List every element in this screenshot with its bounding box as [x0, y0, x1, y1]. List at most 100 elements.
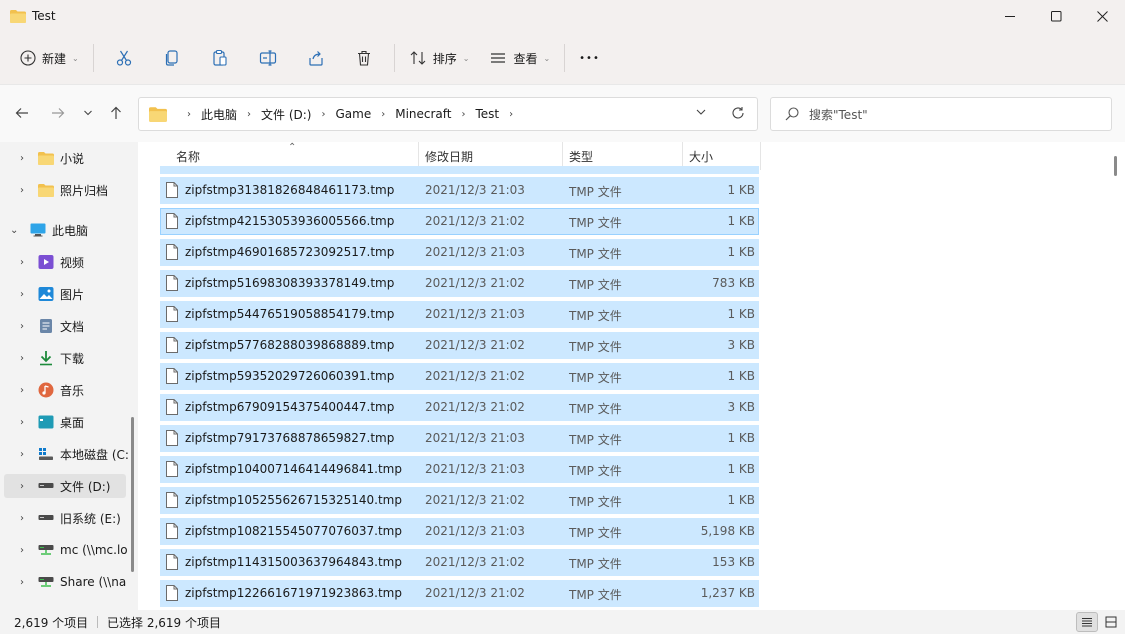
file-name: zipfstmp31381826848461173.tmp	[185, 183, 395, 197]
rename-button[interactable]	[244, 41, 292, 75]
view-button[interactable]: 查看 ⌄	[481, 41, 558, 75]
file-list: ⌃ 名称 修改日期 类型 大小 zipfstmp3138182684846117…	[138, 142, 1125, 610]
chevron-right-icon[interactable]: ›	[20, 353, 24, 364]
chevron-right-icon[interactable]: ›	[20, 577, 24, 588]
breadcrumb-item[interactable]: Minecraft	[395, 107, 451, 121]
table-row[interactable]: zipfstmp104007146414496841.tmp 2021/12/3…	[160, 456, 759, 483]
table-row[interactable]: zipfstmp51698308393378149.tmp 2021/12/3 …	[160, 270, 759, 297]
sidebar-item-music[interactable]: › 音乐	[0, 378, 128, 402]
desktop-icon	[38, 414, 54, 430]
breadcrumb-separator-icon[interactable]: ›	[462, 109, 466, 120]
table-row-partial[interactable]	[160, 166, 759, 174]
chevron-right-icon[interactable]: ›	[20, 449, 24, 460]
table-row[interactable]: zipfstmp105255626715325140.tmp 2021/12/3…	[160, 487, 759, 514]
sidebar-item-documents[interactable]: › 文档	[0, 314, 128, 338]
address-history-button[interactable]	[695, 106, 707, 121]
refresh-button[interactable]	[731, 106, 745, 123]
file-name: zipfstmp59352029726060391.tmp	[185, 369, 395, 383]
file-icon	[166, 275, 178, 291]
table-row[interactable]: zipfstmp57768288039868889.tmp 2021/12/3 …	[160, 332, 759, 359]
file-date: 2021/12/3 21:02	[425, 369, 525, 383]
chevron-right-icon[interactable]: ›	[20, 153, 24, 164]
windows-drive-icon	[38, 446, 54, 462]
file-list-scrollbar[interactable]	[1108, 142, 1125, 610]
view-label: 查看	[513, 51, 538, 66]
sidebar-item-photo-archive[interactable]: › 照片归档	[0, 178, 128, 202]
file-size: 783 KB	[712, 276, 755, 290]
breadcrumb-separator-icon[interactable]: ›	[509, 109, 513, 120]
sidebar-item-desktop[interactable]: › 桌面	[0, 410, 128, 434]
file-icon	[166, 306, 178, 322]
new-button[interactable]: 新建 ⌄	[12, 41, 87, 75]
chevron-right-icon[interactable]: ›	[20, 481, 24, 492]
up-button[interactable]	[106, 103, 126, 123]
file-type: TMP 文件	[569, 433, 622, 447]
sidebar-item-mc-network[interactable]: › mc (\\mc.lo	[0, 538, 128, 562]
chevron-right-icon[interactable]: ›	[20, 185, 24, 196]
more-options-button[interactable]: •••	[571, 41, 608, 75]
sidebar-scrollbar[interactable]	[131, 417, 134, 572]
back-button[interactable]	[12, 103, 32, 123]
chevron-right-icon[interactable]: ›	[20, 545, 24, 556]
chevron-right-icon[interactable]: ›	[20, 321, 24, 332]
table-row[interactable]: zipfstmp108215545077076037.tmp 2021/12/3…	[160, 518, 759, 545]
details-view-button[interactable]	[1076, 612, 1098, 632]
file-size: 1 KB	[727, 369, 755, 383]
forward-button[interactable]	[48, 103, 68, 123]
chevron-right-icon[interactable]: ›	[20, 417, 24, 428]
table-row[interactable]: zipfstmp79173768878659827.tmp 2021/12/3 …	[160, 425, 759, 452]
breadcrumb-separator-icon[interactable]: ›	[381, 109, 385, 120]
table-row[interactable]: zipfstmp42153053936005566.tmp 2021/12/3 …	[160, 208, 759, 235]
breadcrumb-item[interactable]: 文件 (D:)	[261, 106, 311, 123]
file-date: 2021/12/3 21:03	[425, 245, 525, 259]
maximize-button[interactable]	[1033, 0, 1079, 32]
share-button[interactable]	[292, 41, 340, 75]
chevron-down-icon[interactable]: ⌄	[10, 225, 18, 236]
table-row[interactable]: zipfstmp67909154375400447.tmp 2021/12/3 …	[160, 394, 759, 421]
file-type: TMP 文件	[569, 371, 622, 385]
delete-button[interactable]	[340, 41, 388, 75]
file-date: 2021/12/3 21:03	[425, 462, 525, 476]
maximize-icon	[1050, 10, 1061, 21]
close-button[interactable]	[1079, 0, 1125, 32]
table-row[interactable]: zipfstmp31381826848461173.tmp 2021/12/3 …	[160, 177, 759, 204]
chevron-right-icon[interactable]: ›	[20, 289, 24, 300]
table-row[interactable]: zipfstmp122661671971923863.tmp 2021/12/3…	[160, 580, 759, 607]
sidebar-item-pictures[interactable]: › 图片	[0, 282, 128, 306]
sidebar-item-label: 视频	[60, 255, 85, 270]
breadcrumb-item[interactable]: 此电脑	[201, 106, 237, 123]
sidebar-item-local-disk-c[interactable]: › 本地磁盘 (C:	[0, 442, 129, 466]
breadcrumb-item[interactable]: Game	[335, 107, 371, 121]
sidebar-item-downloads[interactable]: › 下载	[0, 346, 128, 370]
breadcrumb-separator-icon[interactable]: ›	[321, 109, 325, 120]
address-bar[interactable]: › 此电脑 › 文件 (D:) › Game › Minecraft › Tes…	[138, 97, 758, 131]
cut-button[interactable]	[100, 41, 148, 75]
minimize-button[interactable]	[987, 0, 1033, 32]
sidebar-item-old-system-e[interactable]: › 旧系统 (E:)	[0, 506, 128, 530]
breadcrumb-separator-icon[interactable]: ›	[247, 109, 251, 120]
table-row[interactable]: zipfstmp54476519058854179.tmp 2021/12/3 …	[160, 301, 759, 328]
chevron-right-icon[interactable]: ›	[20, 385, 24, 396]
sort-button[interactable]: 排序 ⌄	[401, 41, 478, 75]
sidebar-item-this-pc[interactable]: ⌄ 此电脑	[0, 218, 128, 242]
sidebar-item-share-network[interactable]: › Share (\\na	[0, 570, 128, 594]
sidebar-item-files-d[interactable]: › 文件 (D:)	[4, 474, 126, 498]
chevron-right-icon[interactable]: ›	[20, 513, 24, 524]
file-date: 2021/12/3 21:03	[425, 307, 525, 321]
breadcrumb-item[interactable]: Test	[476, 107, 500, 121]
table-row[interactable]: zipfstmp114315003637964843.tmp 2021/12/3…	[160, 549, 759, 576]
chevron-right-icon[interactable]: ›	[20, 257, 24, 268]
column-divider[interactable]	[760, 142, 761, 170]
recent-locations-button[interactable]	[78, 103, 98, 123]
paste-button[interactable]	[196, 41, 244, 75]
tiles-view-button[interactable]	[1100, 612, 1122, 632]
scrollbar-thumb[interactable]	[1114, 156, 1117, 176]
search-input[interactable]: 搜索"Test"	[770, 97, 1112, 131]
table-row[interactable]: zipfstmp59352029726060391.tmp 2021/12/3 …	[160, 363, 759, 390]
table-row[interactable]: zipfstmp46901685723092517.tmp 2021/12/3 …	[160, 239, 759, 266]
sidebar-item-novels[interactable]: › 小说	[0, 146, 128, 170]
file-size: 1 KB	[727, 214, 755, 228]
sidebar-item-label: 桌面	[60, 415, 85, 430]
copy-button[interactable]	[148, 41, 196, 75]
sidebar-item-videos[interactable]: › 视频	[0, 250, 128, 274]
